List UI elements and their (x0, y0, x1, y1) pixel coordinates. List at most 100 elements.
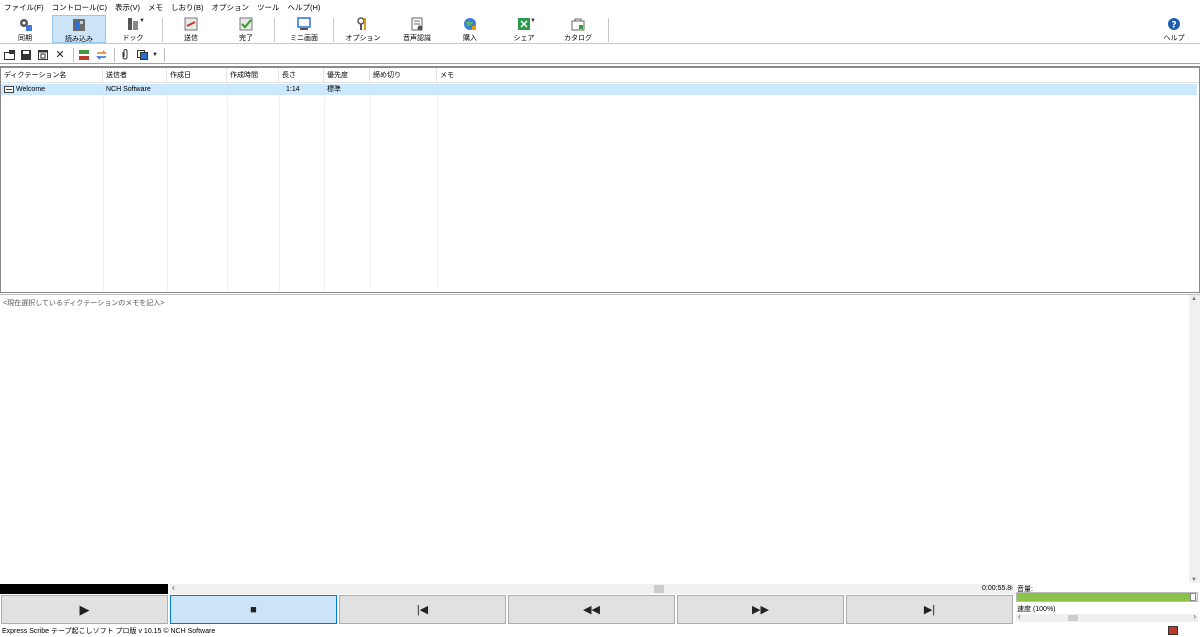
menu-bar: ファイル(F) コントロール(C) 表示(V) メモ しおり(B) オプション … (0, 0, 1200, 14)
column-divider (227, 83, 228, 291)
sync-gear-icon (18, 17, 32, 31)
volume-fill (1017, 593, 1192, 601)
catalog-icon (571, 17, 585, 31)
svg-text:?: ? (1171, 21, 1176, 31)
send-button[interactable]: 送信 (176, 15, 206, 43)
volume-slider[interactable] (1016, 592, 1198, 602)
main-toolbar: 同期 読み込み ドック ▼ 送信 完了 ミニ画面 オプション 音声認識 購入 シ… (0, 14, 1200, 44)
play-button[interactable]: ▶ (1, 595, 168, 624)
menu-file[interactable]: ファイル(F) (4, 2, 44, 13)
toolbar-separator (274, 18, 275, 42)
cell-priority: 標準 (327, 86, 341, 93)
share-dropdown-arrow-icon[interactable]: ▼ (530, 18, 536, 24)
rewind-icon: ◀◀ (583, 604, 600, 616)
cell-deadline (370, 84, 437, 95)
tree-icon[interactable] (77, 48, 91, 62)
dictation-name: Welcome (16, 86, 46, 93)
column-header-length[interactable]: 長さ (279, 68, 324, 83)
column-header-name[interactable]: ディクテーション名 (1, 68, 103, 83)
help-button[interactable]: ? ヘルプ (1160, 15, 1188, 43)
menu-tools[interactable]: ツール (257, 2, 280, 13)
column-header-priority[interactable]: 優先度 (324, 68, 370, 83)
toolbar-separator (164, 47, 165, 62)
column-divider (437, 83, 438, 291)
column-header-sender[interactable]: 送信者 (103, 68, 167, 83)
speed-left-icon[interactable]: ‹ (1018, 612, 1021, 621)
column-divider (167, 83, 168, 291)
toolbar-separator (333, 18, 334, 42)
dock-dropdown-arrow-icon[interactable]: ▼ (139, 18, 145, 24)
column-header-time[interactable]: 作成時間 (227, 68, 279, 83)
dock-icon (126, 17, 140, 31)
options-button[interactable]: オプション (344, 15, 382, 43)
skip-end-button[interactable]: ▶| (846, 595, 1013, 624)
buy-button[interactable]: 購入 (456, 15, 484, 43)
load-button[interactable]: 読み込み (52, 15, 106, 43)
copy-dropdown-arrow-icon[interactable]: ▼ (152, 48, 158, 62)
attach-icon[interactable] (118, 48, 132, 62)
speed-right-icon[interactable]: › (1193, 612, 1196, 621)
volume-handle[interactable] (1190, 593, 1196, 601)
list-header: ディクテーション名 送信者 作成日 作成時間 長さ 優先度 締め切り メモ (1, 68, 1199, 83)
cell-sender: NCH Software (106, 86, 151, 93)
memo-placeholder: <現在選択しているディクテーションのメモを記入> (3, 300, 165, 307)
cell-date (167, 84, 227, 95)
skip-start-button[interactable]: |◀ (339, 595, 506, 624)
stop-button[interactable]: ■ (170, 595, 337, 624)
speech-recognition-button[interactable]: 音声認識 (398, 15, 436, 43)
column-header-memo[interactable]: メモ (437, 68, 637, 83)
speed-slider[interactable]: ‹ › (1016, 612, 1198, 622)
send-icon (184, 17, 198, 31)
sync-button[interactable]: 同期 (8, 15, 42, 43)
scroll-left-icon[interactable]: ‹ (172, 583, 175, 592)
menu-memo[interactable]: メモ (148, 2, 163, 13)
done-button[interactable]: 完了 (232, 15, 260, 43)
rewind-button[interactable]: ◀◀ (508, 595, 675, 624)
load-icon (72, 18, 86, 32)
catalog-button[interactable]: カタログ (562, 15, 594, 43)
table-row[interactable]: Welcome NCH Software 1:14 標準 (1, 84, 1197, 95)
memo-scrollbar[interactable]: ▲ ▼ (1189, 295, 1200, 584)
column-divider (370, 83, 371, 291)
menu-help[interactable]: ヘルプ(H) (288, 2, 321, 13)
menu-control[interactable]: コントロール(C) (52, 2, 107, 13)
play-icon: ▶ (79, 601, 90, 617)
record-indicator-icon (1168, 626, 1178, 635)
skip-end-icon: ▶| (923, 604, 936, 616)
speech-recognition-icon (410, 17, 424, 31)
fast-forward-button[interactable]: ▶▶ (677, 595, 844, 624)
status-text: Express Scribe テープ起こしソフト プロ版 v 10.15 © N… (2, 628, 216, 635)
open-icon[interactable] (2, 48, 16, 62)
delete-icon[interactable]: ✕ (53, 48, 67, 62)
copy-icon[interactable] (135, 48, 149, 62)
column-header-date[interactable]: 作成日 (167, 68, 227, 83)
toolbar-separator (608, 18, 609, 42)
speed-label: 速度 (100%) (1017, 606, 1056, 613)
convert-icon[interactable] (94, 48, 108, 62)
scroll-up-icon[interactable]: ▲ (1191, 296, 1197, 302)
memo-textarea[interactable]: <現在選択しているディクテーションのメモを記入> ▲ ▼ (0, 294, 1200, 584)
dictation-list: ディクテーション名 送信者 作成日 作成時間 長さ 優先度 締め切り メモ We… (0, 66, 1200, 293)
speed-thumb[interactable] (1068, 615, 1078, 621)
buy-globe-icon (463, 17, 477, 31)
secondary-toolbar: ✕ ▼ (0, 46, 1200, 64)
mini-screen-button[interactable]: ミニ画面 (286, 15, 322, 43)
cell-length: 1:14 (286, 86, 300, 93)
menu-view[interactable]: 表示(V) (115, 2, 140, 13)
status-bar: Express Scribe テープ起こしソフト プロ版 v 10.15 © N… (0, 624, 1200, 637)
new-window-icon[interactable] (36, 48, 50, 62)
column-header-deadline[interactable]: 締め切り (370, 68, 437, 83)
menu-bookmarks[interactable]: しおり(B) (171, 2, 204, 13)
save-icon[interactable] (19, 48, 33, 62)
position-scroll-thumb[interactable] (654, 585, 664, 593)
share-icon (517, 17, 531, 31)
done-check-icon (239, 17, 253, 31)
toolbar-separator (114, 47, 115, 62)
help-icon: ? (1167, 17, 1181, 31)
skip-start-icon: |◀ (416, 604, 429, 616)
position-scrollbar[interactable]: ‹ › (170, 583, 1015, 594)
dictation-file-icon (4, 86, 14, 93)
toolbar-separator (73, 47, 74, 62)
column-divider (324, 83, 325, 291)
menu-options[interactable]: オプション (212, 2, 250, 13)
